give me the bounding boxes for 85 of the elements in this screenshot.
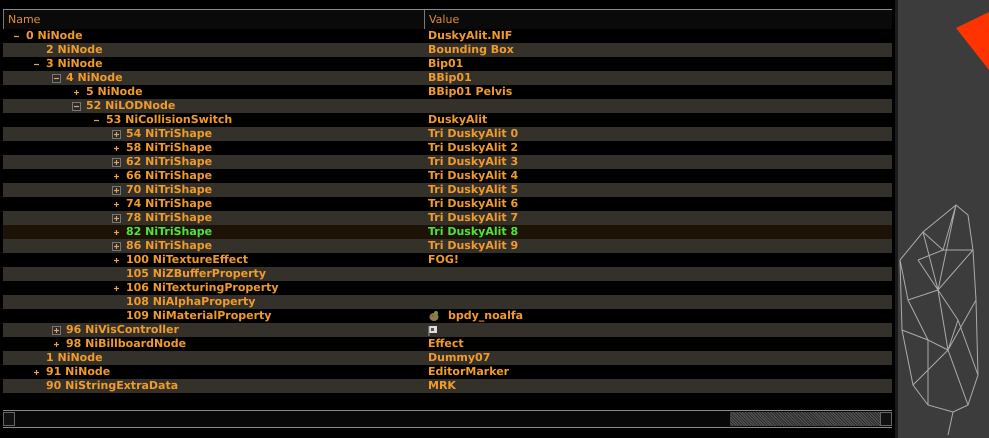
node-name: 106 NiTexturingProperty (126, 281, 279, 295)
flag-icon (428, 324, 438, 336)
node-value: Tri DuskyAlit 9 (428, 239, 518, 253)
node-value: Tri DuskyAlit 2 (428, 141, 518, 155)
node-value: Tri DuskyAlit 4 (428, 169, 518, 183)
collapse-icon[interactable] (72, 102, 80, 110)
expand-icon[interactable] (112, 186, 120, 194)
node-value: Tri DuskyAlit 8 (428, 225, 518, 239)
node-value: Tri DuskyAlit 6 (428, 197, 518, 211)
node-name: 53 NiCollisionSwitch (106, 113, 232, 127)
collapse-icon[interactable] (52, 74, 60, 82)
node-name: 105 NiZBufferProperty (126, 267, 266, 281)
node-name: 4 NiNode (66, 71, 123, 85)
node-name: 86 NiTriShape (126, 239, 212, 253)
node-value: Effect (428, 337, 464, 351)
expand-icon[interactable] (112, 172, 120, 180)
tree-row[interactable]: 82 NiTriShape Tri DuskyAlit 8 (3, 225, 892, 239)
node-value: Dummy07 (428, 351, 490, 365)
node-name: 58 NiTriShape (126, 141, 212, 155)
expand-icon[interactable] (112, 130, 120, 138)
node-name: 54 NiTriShape (126, 127, 212, 141)
node-value: Bounding Box (428, 43, 514, 57)
node-name: 82 NiTriShape (126, 225, 212, 239)
node-value: BBip01 Pelvis (428, 85, 512, 99)
expand-icon[interactable] (112, 200, 120, 208)
tree-row[interactable]: 90 NiStringExtraData MRK (3, 379, 892, 393)
node-value: FOG! (428, 253, 459, 267)
tree-row[interactable]: 54 NiTriShape Tri DuskyAlit 0 (3, 127, 892, 141)
node-value: DuskyAlit (428, 113, 488, 127)
scroll-left-button[interactable] (3, 412, 15, 426)
expand-icon[interactable] (112, 158, 120, 166)
tree-row[interactable]: 96 NiVisController (3, 323, 892, 337)
expand-icon[interactable] (52, 326, 60, 334)
node-value: DuskyAlit.NIF (428, 29, 512, 43)
node-value: Tri DuskyAlit 5 (428, 183, 518, 197)
node-value: Tri DuskyAlit 0 (428, 127, 518, 141)
tree-row[interactable]: 70 NiTriShape Tri DuskyAlit 5 (3, 183, 892, 197)
expand-icon[interactable] (32, 368, 40, 376)
node-name: 108 NiAlphaProperty (126, 295, 256, 309)
node-value: Bip01 (428, 57, 464, 71)
node-value: MRK (428, 379, 456, 393)
viewport[interactable] (898, 0, 989, 438)
node-value: Tri DuskyAlit 7 (428, 211, 518, 225)
tree-row[interactable]: 2 NiNode Bounding Box (3, 43, 892, 57)
node-name: 66 NiTriShape (126, 169, 212, 183)
tree-row[interactable]: 1 NiNode Dummy07 (3, 351, 892, 365)
node-name: 52 NiLODNode (86, 99, 176, 113)
tree-row[interactable]: 105 NiZBufferProperty (3, 267, 892, 281)
palette-icon (428, 310, 440, 322)
axis-gizmo (956, 12, 989, 70)
expand-icon[interactable] (112, 214, 120, 222)
node-name: 98 NiBillboardNode (66, 337, 186, 351)
tree-row[interactable]: 62 NiTriShape Tri DuskyAlit 3 (3, 155, 892, 169)
tree-row[interactable]: 78 NiTriShape Tri DuskyAlit 7 (3, 211, 892, 225)
node-name: 70 NiTriShape (126, 183, 212, 197)
node-name: 1 NiNode (46, 351, 103, 365)
node-value: EditorMarker (428, 365, 510, 379)
node-name: 91 NiNode (46, 365, 110, 379)
node-name: 109 NiMaterialProperty (126, 309, 272, 323)
node-value: Tri DuskyAlit 3 (428, 155, 518, 169)
node-name: 74 NiTriShape (126, 197, 212, 211)
tree-row[interactable]: 86 NiTriShape Tri DuskyAlit 9 (3, 239, 892, 253)
tree-row[interactable]: 52 NiLODNode (3, 99, 892, 113)
node-name: 2 NiNode (46, 43, 103, 57)
expand-icon[interactable] (112, 256, 120, 264)
expand-icon[interactable] (112, 284, 120, 292)
tree-row[interactable]: 108 NiAlphaProperty (3, 295, 892, 309)
node-name: 5 NiNode (86, 85, 143, 99)
node-name: 62 NiTriShape (126, 155, 212, 169)
node-name: 96 NiVisController (66, 323, 179, 337)
scroll-right-button[interactable] (880, 412, 892, 426)
scrollbar-thumb[interactable] (730, 412, 880, 426)
tree-row[interactable]: 4 NiNode BBip01 (3, 71, 892, 85)
node-value: BBip01 (428, 71, 472, 85)
node-name: 90 NiStringExtraData (46, 379, 178, 393)
expand-icon[interactable] (112, 228, 120, 236)
node-name: 0 NiNode (26, 29, 83, 43)
node-value: bpdy_noalfa (448, 309, 524, 323)
node-name: 78 NiTriShape (126, 211, 212, 225)
expand-icon[interactable] (52, 340, 60, 348)
expand-icon[interactable] (112, 242, 120, 250)
expand-icon[interactable] (72, 88, 80, 96)
expand-icon[interactable] (112, 144, 120, 152)
node-name: 100 NiTextureEffect (126, 253, 248, 267)
node-name: 3 NiNode (46, 57, 103, 71)
